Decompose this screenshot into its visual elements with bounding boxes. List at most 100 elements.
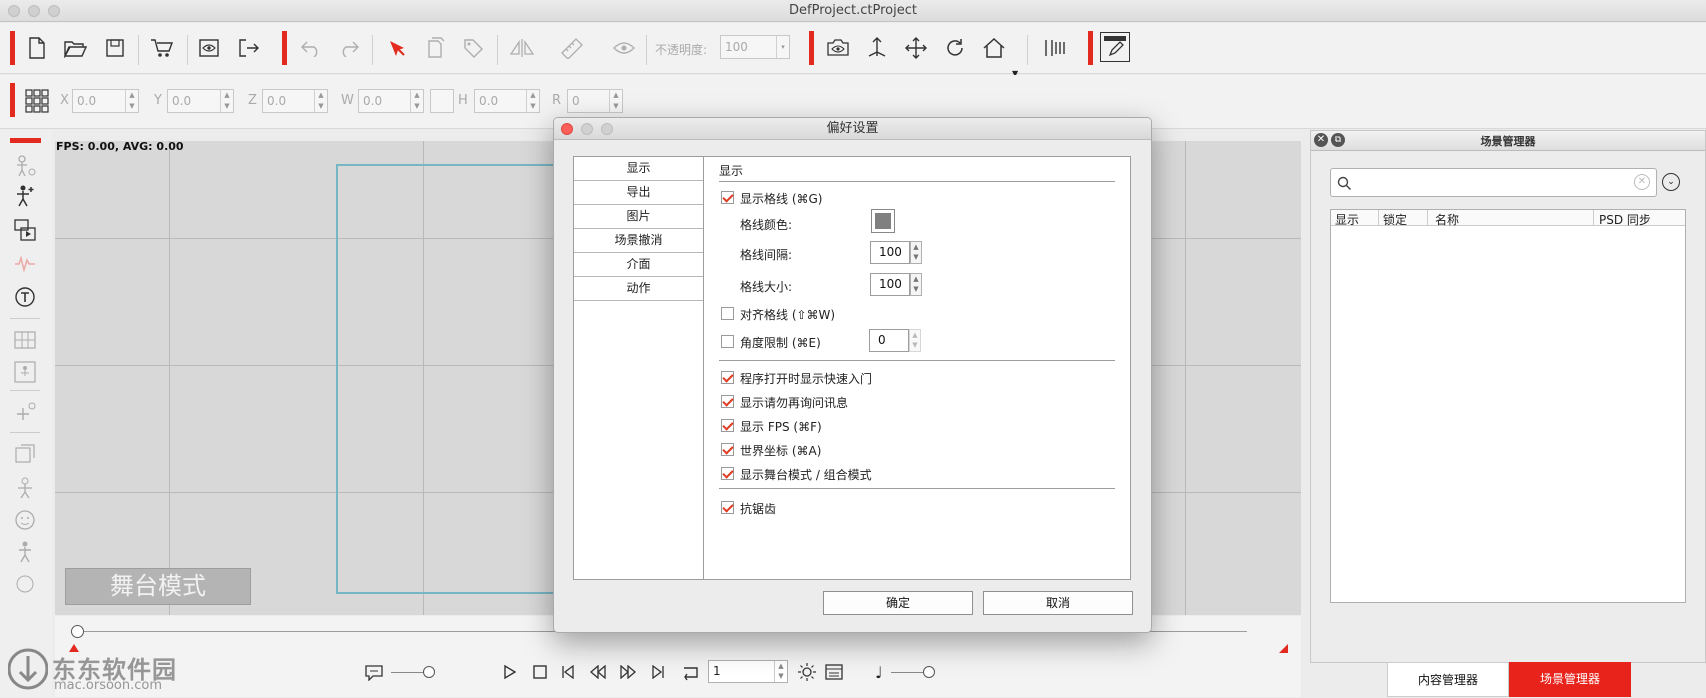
y-input[interactable]: 0.0 ▲ ▼: [167, 89, 234, 113]
close-window-button[interactable]: [8, 5, 20, 17]
tag-icon[interactable]: [458, 33, 488, 63]
stage-mode-label[interactable]: 舞台模式: [65, 568, 251, 605]
column-visible[interactable]: 显示: [1335, 211, 1359, 228]
puppet-icon[interactable]: [11, 474, 39, 502]
x-input[interactable]: 0.0 ▲ ▼: [72, 89, 139, 113]
store-cart-icon[interactable]: [147, 33, 177, 63]
export-icon[interactable]: [234, 33, 264, 63]
settings-sun-icon[interactable]: [798, 663, 816, 684]
timeline-panel-icon[interactable]: [825, 664, 843, 683]
add-bone-icon[interactable]: [11, 398, 39, 426]
nav-action[interactable]: 动作: [574, 277, 703, 301]
new-file-icon[interactable]: [22, 33, 52, 63]
world-coords-checkbox[interactable]: [721, 443, 734, 456]
grid-size-input[interactable]: 100: [870, 273, 910, 296]
nav-display[interactable]: 显示: [574, 157, 703, 181]
zoom-window-button[interactable]: [48, 5, 60, 17]
subtitle-icon[interactable]: [365, 665, 383, 684]
pan-move-icon[interactable]: [901, 33, 931, 63]
nav-scene-undo[interactable]: 场景撤消: [574, 229, 703, 253]
show-stage-mode-checkbox[interactable]: [721, 467, 734, 480]
stop-icon[interactable]: [533, 665, 547, 682]
w-input[interactable]: 0.0 ▲ ▼: [358, 89, 424, 113]
media-layer-icon[interactable]: [11, 216, 39, 244]
scene-list[interactable]: 显示 锁定 名称 PSD 同步: [1330, 209, 1686, 603]
nav-export[interactable]: 导出: [574, 181, 703, 205]
clear-search-icon[interactable]: ✕: [1634, 174, 1650, 190]
tab-scene-manager[interactable]: 场景管理器: [1509, 662, 1631, 697]
rotate-icon[interactable]: [940, 33, 970, 63]
open-folder-icon[interactable]: [60, 33, 90, 63]
opacity-input[interactable]: 100 ▾: [720, 35, 790, 59]
r-input[interactable]: 0 ▲ ▼: [567, 89, 623, 113]
align-bars-icon[interactable]: [1040, 33, 1070, 63]
edit-window-icon[interactable]: [1100, 32, 1130, 62]
select-arrow-icon[interactable]: [382, 33, 412, 63]
frame-input[interactable]: 1 ▲ ▼: [708, 660, 788, 683]
search-options-chevron-icon[interactable]: ⌄: [1662, 173, 1680, 191]
visibility-eye-icon[interactable]: [609, 33, 639, 63]
aspect-lock-icon[interactable]: [430, 89, 454, 113]
minimize-window-button[interactable]: [28, 5, 40, 17]
grid-size-stepper[interactable]: ▲ ▼: [910, 273, 922, 296]
copy-icon[interactable]: [420, 33, 450, 63]
nav-image[interactable]: 图片: [574, 205, 703, 229]
dont-ask-checkbox[interactable]: [721, 395, 734, 408]
range-end-marker[interactable]: [1279, 644, 1288, 653]
grid-layout-icon[interactable]: [11, 326, 39, 354]
loop-icon[interactable]: [682, 665, 700, 684]
dialog-zoom-button[interactable]: [601, 123, 613, 135]
tab-content-manager[interactable]: 内容管理器: [1387, 662, 1509, 697]
snap-grid-checkbox[interactable]: [721, 307, 734, 320]
nav-interface[interactable]: 介面: [574, 253, 703, 277]
undo-icon[interactable]: [296, 33, 326, 63]
ok-button[interactable]: 确定: [823, 591, 973, 615]
frame-character-icon[interactable]: [11, 358, 39, 386]
angle-limit-stepper[interactable]: ▲ ▼: [909, 329, 921, 352]
expand-icon[interactable]: [11, 570, 39, 598]
play-icon[interactable]: [503, 664, 517, 683]
save-icon[interactable]: [100, 33, 130, 63]
camera-view-icon[interactable]: [824, 33, 854, 63]
music-note-icon[interactable]: ♩: [875, 663, 883, 682]
grid-spacing-input[interactable]: 100: [870, 241, 910, 264]
show-fps-checkbox[interactable]: [721, 419, 734, 432]
move-up-icon[interactable]: [862, 33, 892, 63]
angle-limit-input[interactable]: 0: [869, 329, 909, 352]
column-name[interactable]: 名称: [1435, 211, 1459, 228]
column-psd-sync[interactable]: PSD 同步: [1599, 211, 1651, 228]
grid-spacing-stepper[interactable]: ▲ ▼: [910, 241, 922, 264]
h-input[interactable]: 0.0 ▲ ▼: [474, 89, 540, 113]
angle-limit-checkbox[interactable]: [721, 335, 734, 348]
anchor-grid-icon[interactable]: [22, 86, 52, 116]
audio-wave-icon[interactable]: [11, 250, 39, 278]
ruler-icon[interactable]: [557, 33, 587, 63]
timeline-scrubber[interactable]: [71, 625, 84, 638]
flip-icon[interactable]: [507, 33, 537, 63]
preview-icon[interactable]: [194, 33, 224, 63]
last-frame-icon[interactable]: [651, 664, 665, 682]
antialias-checkbox[interactable]: [721, 501, 734, 514]
motion-figure-icon[interactable]: [11, 538, 39, 566]
z-input[interactable]: 0.0 ▲ ▼: [262, 89, 328, 113]
character-bone-icon[interactable]: [11, 182, 39, 210]
redo-icon[interactable]: [334, 33, 364, 63]
dialog-close-button[interactable]: [561, 123, 573, 135]
speed-slider-thumb[interactable]: [423, 666, 435, 678]
previous-frame-icon[interactable]: [590, 664, 606, 682]
home-icon[interactable]: [979, 33, 1009, 63]
character-icon[interactable]: [11, 152, 39, 180]
first-frame-icon[interactable]: [561, 664, 575, 682]
next-frame-icon[interactable]: [620, 664, 636, 682]
face-icon[interactable]: [11, 506, 39, 534]
cancel-button[interactable]: 取消: [983, 591, 1133, 615]
quickstart-checkbox[interactable]: [721, 371, 734, 384]
column-lock[interactable]: 锁定: [1383, 211, 1407, 228]
sprite-swap-icon[interactable]: [11, 440, 39, 468]
volume-slider-thumb[interactable]: [923, 666, 935, 678]
grid-color-swatch[interactable]: [871, 209, 895, 233]
show-grid-checkbox[interactable]: [721, 191, 734, 204]
scene-search-input[interactable]: ✕: [1330, 168, 1657, 197]
text-bubble-icon[interactable]: [11, 284, 39, 312]
dialog-minimize-button[interactable]: [581, 123, 593, 135]
